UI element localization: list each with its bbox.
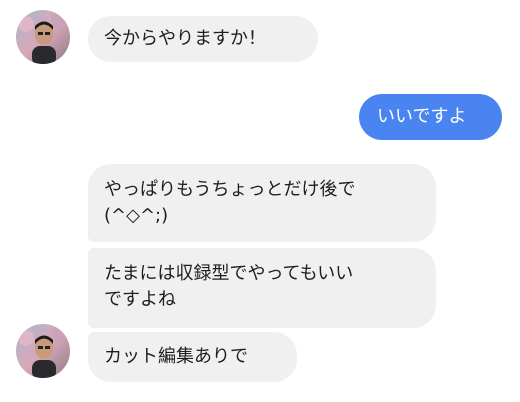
- incoming-message-bubble[interactable]: やっぱりもうちょっとだけ後で (^◇^;): [88, 164, 436, 242]
- outgoing-message-bubble[interactable]: いいですよ: [359, 94, 502, 140]
- chat-thread: 今からやりますか！ いいですよ やっぱりもうちょっとだけ後で (^◇^;) たま…: [0, 0, 520, 402]
- friend-avatar[interactable]: [16, 324, 70, 378]
- friend-avatar[interactable]: [16, 10, 70, 64]
- incoming-message-bubble[interactable]: 今からやりますか！: [88, 16, 318, 62]
- incoming-message-bubble[interactable]: たまには収録型でやってもいい ですよね: [88, 248, 436, 328]
- incoming-message-bubble[interactable]: カット編集ありで: [88, 332, 297, 382]
